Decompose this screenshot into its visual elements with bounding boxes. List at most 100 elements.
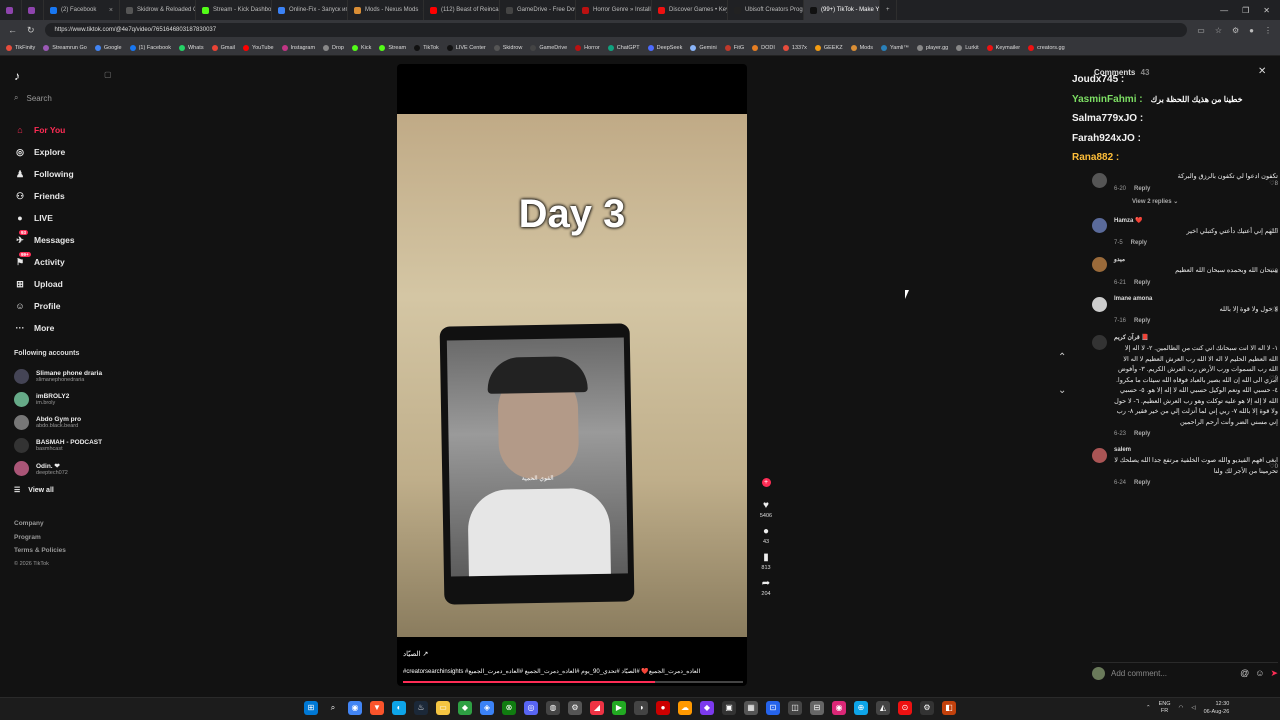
comment-username[interactable]: ميدو: [1114, 256, 1278, 263]
clock[interactable]: 12:30 06-Aug-26: [1204, 700, 1230, 716]
reply-button[interactable]: Reply: [1134, 480, 1150, 486]
search-icon[interactable]: ⌕: [326, 701, 340, 715]
video-hashtags[interactable]: #creatorsearchinsights #العاده_دمرت_الجم…: [403, 668, 743, 675]
sidebar-item-friends[interactable]: ⚇ Friends: [14, 185, 118, 207]
windows-icon[interactable]: ⊞: [304, 701, 318, 715]
like-action[interactable]: ♥ 5406: [760, 499, 772, 519]
tray-chevron-icon[interactable]: ⌃: [1146, 705, 1151, 711]
browser-tab[interactable]: GameDrive - Free Downlo×: [500, 0, 576, 20]
browser-tab[interactable]: Online-Fix - Запуск игр по×: [272, 0, 348, 20]
sidebar-item-messages[interactable]: ✈ 93 Messages: [14, 229, 118, 251]
app-icon[interactable]: ⊙: [898, 701, 912, 715]
app-icon[interactable]: ⚙: [568, 701, 582, 715]
bookmark-item[interactable]: Stream: [379, 44, 406, 51]
brave-icon[interactable]: ▼: [370, 701, 384, 715]
following-account[interactable]: imBROLY2 im.broly: [14, 388, 118, 411]
chevron-down-icon[interactable]: ⌄: [1058, 385, 1066, 396]
reply-button[interactable]: Reply: [1134, 431, 1150, 437]
app-icon[interactable]: ●: [656, 701, 670, 715]
back-icon[interactable]: ←: [8, 25, 17, 35]
sidebar-item-upload[interactable]: ⊞ Upload: [14, 273, 118, 295]
comment-username[interactable]: Hamza ❤️: [1114, 217, 1278, 224]
following-account[interactable]: Odin. ❤ deeptech072: [14, 457, 118, 480]
video-caption[interactable]: الصيّاد ↗: [403, 650, 428, 658]
following-account[interactable]: BASMAH - PODCAST basmhcast: [14, 434, 118, 457]
bookmark-item[interactable]: TikFinity: [6, 44, 35, 51]
app-icon[interactable]: ◉: [832, 701, 846, 715]
video-progress-bar[interactable]: [403, 681, 743, 683]
bookmark-item[interactable]: Skidrow: [493, 44, 522, 51]
browser-tab[interactable]: (2) Facebook ×: [44, 0, 120, 20]
cast-icon[interactable]: ▭: [1197, 26, 1205, 35]
browser-tab[interactable]: [22, 0, 44, 20]
app-icon[interactable]: ◫: [788, 701, 802, 715]
bookmark-item[interactable]: Instagram: [281, 44, 315, 51]
folder-icon[interactable]: ▭: [436, 701, 450, 715]
reload-icon[interactable]: ↻: [27, 25, 35, 36]
chrome-icon[interactable]: ◉: [348, 701, 362, 715]
bookmark-item[interactable]: Mods: [850, 44, 873, 51]
reply-button[interactable]: Reply: [1134, 186, 1150, 192]
app-icon[interactable]: ◢: [590, 701, 604, 715]
app-icon[interactable]: ◆: [458, 701, 472, 715]
app-icon[interactable]: ◑: [634, 701, 648, 715]
steam-icon[interactable]: ♨: [414, 701, 428, 715]
bookmark-item[interactable]: 1337x: [782, 44, 807, 51]
avatar[interactable]: [1092, 173, 1107, 188]
view-replies-button[interactable]: View 2 replies ⌄: [1132, 198, 1278, 205]
bookmark-item[interactable]: player.gg: [916, 44, 948, 51]
bookmark-item[interactable]: Gemini: [690, 44, 717, 51]
following-account[interactable]: Abdo Gym pro abdo.black.beard: [14, 411, 118, 434]
bookmark-item[interactable]: FitG: [724, 44, 744, 51]
bookmark-item[interactable]: ChatGPT: [607, 44, 640, 51]
bookmark-item[interactable]: (1) Facebook: [129, 44, 171, 51]
browser-tab[interactable]: Discover Games • Keymail×: [652, 0, 728, 20]
send-icon[interactable]: ➤: [1270, 668, 1278, 679]
sidebar-item-following[interactable]: ♟ Following: [14, 163, 118, 185]
bookmark-item[interactable]: DODI: [752, 44, 775, 51]
bookmark-item[interactable]: Keymailer: [986, 44, 1020, 51]
follow-plus-button[interactable]: +: [761, 478, 771, 487]
app-icon[interactable]: ◈: [480, 701, 494, 715]
bookmark-item[interactable]: GameDrive: [530, 44, 567, 51]
bookmark-item[interactable]: Streamrun Go: [43, 44, 87, 51]
browser-tab[interactable]: (112) Beast of Reincarnatio×: [424, 0, 500, 20]
app-icon[interactable]: ◭: [876, 701, 890, 715]
bookmark-item[interactable]: Drop: [323, 44, 344, 51]
sidebar-item-live[interactable]: ● LIVE: [14, 207, 118, 229]
comment-action[interactable]: ● 43: [763, 525, 769, 545]
bookmark-item[interactable]: Lurkit: [956, 44, 979, 51]
url-input[interactable]: https://www.tiktok.com/@4e7q/video/76516…: [44, 23, 1188, 37]
language-indicator[interactable]: ENG FR: [1159, 701, 1171, 715]
browser-tab[interactable]: Horror Genre » Install Guid×: [576, 0, 652, 20]
app-icon[interactable]: ◧: [942, 701, 956, 715]
mention-icon[interactable]: @: [1240, 668, 1249, 679]
browser-tab[interactable]: Ubisoft Creators Program×: [728, 0, 804, 20]
comment-like[interactable]: ♡6: [1269, 268, 1278, 275]
comment-input[interactable]: Add comment...: [1111, 669, 1234, 678]
browser-tab[interactable]: Stream - Kick Dashboard×: [196, 0, 272, 20]
browser-tab[interactable]: Skidrow & Reloaded Game×: [120, 0, 196, 20]
bookmark-item[interactable]: creators.gg: [1028, 44, 1065, 51]
bookmark-item[interactable]: Google: [94, 44, 122, 51]
xbox-icon[interactable]: ⊗: [502, 701, 516, 715]
minimize-button[interactable]: —: [1220, 6, 1228, 15]
volume-icon[interactable]: ◁: [1191, 705, 1195, 711]
edge-icon[interactable]: ◐: [392, 701, 406, 715]
bookmark-item[interactable]: TikTok: [414, 44, 439, 51]
menu-icon[interactable]: ⋮: [1264, 26, 1272, 35]
bookmark-item[interactable]: Whats: [178, 44, 204, 51]
emoji-icon[interactable]: ☺: [1255, 668, 1264, 679]
reply-button[interactable]: Reply: [1134, 280, 1150, 286]
comment-username[interactable]: salem: [1114, 447, 1278, 453]
reply-button[interactable]: Reply: [1134, 318, 1150, 324]
sidebar-item-explore[interactable]: ◎ Explore: [14, 141, 118, 163]
save-action[interactable]: ▮ 813: [761, 551, 770, 571]
video-frame[interactable]: Day 3 القوي الحمية: [397, 114, 747, 637]
sidebar-item-profile[interactable]: ☺ Profile: [14, 295, 118, 317]
bookmark-item[interactable]: Horror: [575, 44, 600, 51]
bookmark-item[interactable]: GEEKZ: [814, 44, 843, 51]
browser-tab[interactable]: (99+) TikTok - Make Yo×: [804, 0, 880, 20]
browser-tab[interactable]: [0, 0, 22, 20]
app-icon[interactable]: ⊡: [766, 701, 780, 715]
